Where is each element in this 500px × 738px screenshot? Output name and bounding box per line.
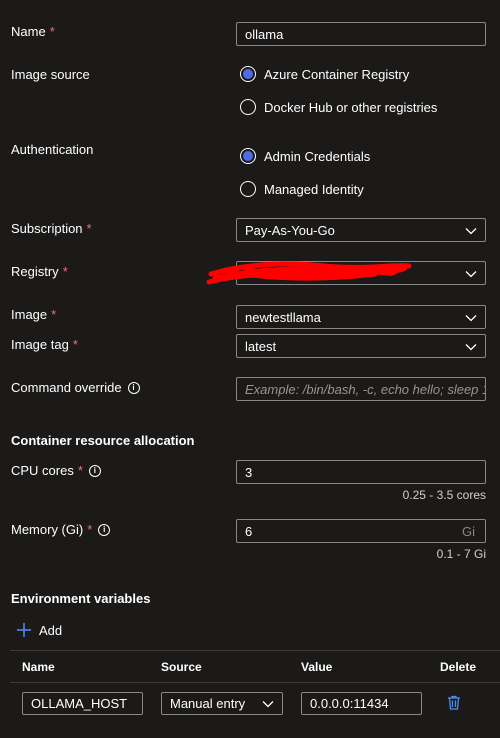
authentication-label: Authentication (11, 142, 93, 158)
info-icon[interactable]: i (88, 465, 101, 477)
image-source-label: Image source (11, 67, 90, 83)
chevron-down-icon (465, 271, 477, 278)
subscription-value: Pay-As-You-Go (245, 222, 335, 238)
radio-managed-identity[interactable]: Managed Identity (240, 181, 364, 197)
image-tag-label: Image tag * (11, 337, 78, 353)
image-dropdown[interactable]: newtestllama (236, 305, 486, 329)
subscription-dropdown[interactable]: Pay-As-You-Go (236, 218, 486, 242)
env-name-value: OLLAMA_HOST (31, 696, 128, 711)
chevron-down-icon (465, 228, 477, 235)
column-header-name: Name (22, 660, 55, 674)
name-field[interactable]: ollama (236, 22, 486, 46)
required-marker: * (86, 221, 92, 236)
required-marker: * (87, 522, 93, 537)
cpu-cores-range: 0.25 - 3.5 cores (402, 488, 486, 502)
name-label: Name * (11, 24, 55, 40)
radio-unselected-icon (240, 181, 256, 197)
memory-suffix: Gi (462, 523, 475, 539)
memory-label-text: Memory (Gi) (11, 522, 84, 537)
chevron-down-icon (465, 315, 477, 322)
cpu-cores-value: 3 (245, 464, 253, 480)
image-label-text: Image (11, 307, 48, 322)
chevron-down-icon (465, 344, 477, 351)
registry-label-text: Registry (11, 264, 59, 279)
image-tag-label-text: Image tag (11, 337, 69, 352)
column-header-value: Value (301, 660, 333, 674)
required-marker: * (51, 307, 57, 322)
env-value-value: 0.0.0.0:11434 (310, 696, 389, 711)
radio-azure-container-registry[interactable]: Azure Container Registry (240, 66, 409, 82)
divider (10, 682, 500, 683)
radio-selected-icon (240, 66, 256, 82)
env-value-input[interactable]: 0.0.0.0:11434 (301, 692, 422, 715)
env-name-input[interactable]: OLLAMA_HOST (22, 692, 143, 715)
cpu-cores-label: CPU cores * i (11, 463, 101, 479)
required-marker: * (49, 24, 55, 39)
chevron-down-icon (262, 701, 274, 708)
radio-selected-icon (240, 148, 256, 164)
name-value: ollama (245, 26, 284, 42)
radio-label: Azure Container Registry (264, 66, 410, 82)
add-env-button[interactable]: Add (16, 622, 62, 638)
image-source-label-text: Image source (11, 67, 90, 82)
required-marker: * (62, 264, 68, 279)
command-override-label: Command override i (11, 380, 140, 396)
image-value: newtestllama (245, 309, 321, 325)
resource-allocation-heading: Container resource allocation (11, 433, 195, 448)
env-source-value: Manual entry (170, 696, 246, 711)
radio-label: Admin Credentials (264, 148, 371, 164)
radio-admin-credentials[interactable]: Admin Credentials (240, 148, 370, 164)
redaction-scribble (206, 261, 412, 285)
required-marker: * (77, 463, 83, 478)
radio-label: Docker Hub or other registries (264, 99, 438, 115)
env-source-dropdown[interactable]: Manual entry (161, 692, 283, 715)
column-header-source: Source (161, 660, 202, 674)
subscription-label-text: Subscription (11, 221, 83, 236)
image-label: Image * (11, 307, 56, 323)
radio-unselected-icon (240, 99, 256, 115)
info-icon[interactable]: i (127, 382, 140, 394)
divider (10, 650, 500, 651)
cpu-cores-input[interactable]: 3 (236, 460, 486, 484)
image-tag-dropdown[interactable]: latest (236, 334, 486, 358)
plus-icon (17, 623, 31, 637)
radio-label: Managed Identity (264, 181, 364, 197)
add-label: Add (39, 622, 63, 638)
subscription-label: Subscription * (11, 221, 92, 237)
memory-range: 0.1 - 7 Gi (436, 547, 486, 561)
info-icon[interactable]: i (98, 524, 111, 536)
delete-icon[interactable] (447, 695, 461, 710)
command-override-label-text: Command override (11, 380, 122, 395)
column-header-delete: Delete (440, 660, 477, 674)
registry-label: Registry * (11, 264, 68, 280)
memory-label: Memory (Gi) * i (11, 522, 111, 538)
authentication-label-text: Authentication (11, 142, 94, 157)
cpu-cores-label-text: CPU cores (11, 463, 74, 478)
required-marker: * (72, 337, 78, 352)
environment-variables-heading: Environment variables (11, 591, 151, 606)
command-override-input[interactable]: Example: /bin/bash, -c, echo hello; slee… (236, 377, 486, 401)
command-override-placeholder: Example: /bin/bash, -c, echo hello; slee… (245, 381, 485, 397)
memory-value: 6 (245, 523, 253, 539)
name-label-text: Name (11, 24, 46, 39)
memory-input[interactable]: 6 Gi (236, 519, 486, 543)
image-tag-value: latest (245, 338, 277, 354)
radio-docker-hub[interactable]: Docker Hub or other registries (240, 99, 437, 115)
